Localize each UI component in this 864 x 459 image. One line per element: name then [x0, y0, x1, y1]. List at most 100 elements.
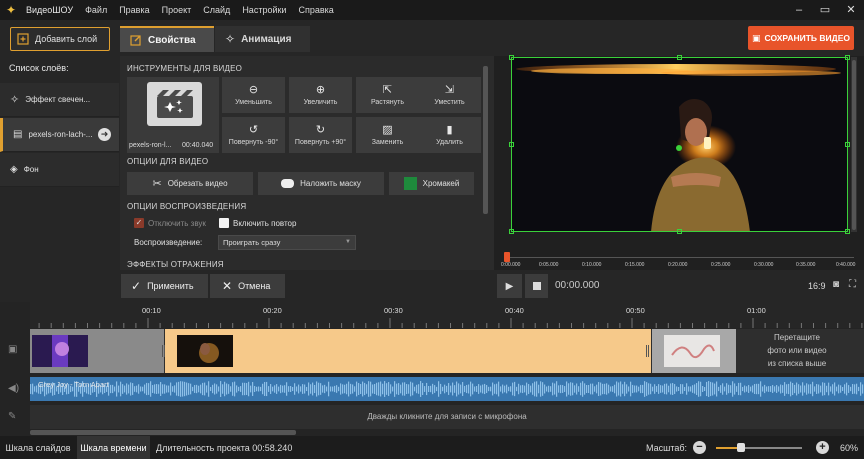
- save-video-label: СОХРАНИТЬ ВИДЕО: [764, 33, 850, 43]
- fullscreen-icon[interactable]: ⛶: [849, 279, 856, 290]
- clip-thumbnail: [664, 335, 720, 367]
- section-reflection: ЭФФЕКТЫ ОТРАЖЕНИЯ: [127, 260, 224, 269]
- timeline-ruler-label: 00:20: [263, 306, 282, 315]
- audio-track[interactable]: [30, 377, 864, 401]
- layer-item-background[interactable]: ◈ Фон: [0, 153, 119, 187]
- drop-hint-line: фото или видео: [767, 346, 827, 355]
- tool-label: Заменить: [371, 138, 404, 146]
- add-layer-button[interactable]: Добавить слой: [10, 27, 110, 51]
- zoom-out-icon[interactable]: −: [693, 441, 706, 454]
- menu-file[interactable]: Файл: [85, 5, 107, 15]
- zoom-out-button[interactable]: ⊖ Уменьшить: [222, 77, 285, 113]
- crop-video-button[interactable]: ✂ Обрезать видео: [127, 172, 253, 195]
- resize-handle[interactable]: [845, 55, 850, 60]
- tab-animation[interactable]: ✧ Анимация: [215, 26, 310, 52]
- play-icon: ▶: [505, 280, 514, 292]
- properties-scrollbar[interactable]: [483, 66, 488, 214]
- app-logo-icon: ✦: [6, 3, 17, 17]
- menu-project[interactable]: Проект: [162, 5, 192, 15]
- tab-properties-label: Свойства: [148, 34, 196, 46]
- drop-hint-line: Перетащите: [774, 333, 820, 342]
- rotate-left-icon: ↺: [248, 123, 259, 136]
- save-video-button[interactable]: ▣ СОХРАНИТЬ ВИДЕО: [748, 26, 854, 50]
- ruler-tick-label: 0:30.000: [754, 262, 774, 268]
- window-controls: – ▭ ✕: [786, 0, 864, 20]
- loop-checkbox[interactable]: Включить повтор: [219, 218, 296, 228]
- timeline-ruler-label: 00:40: [505, 306, 524, 315]
- timeline-clip-selected[interactable]: [162, 329, 651, 373]
- rotate-right-button[interactable]: ↻ Повернуть +90°: [289, 117, 352, 153]
- aspect-ratio[interactable]: 16:9: [808, 281, 826, 291]
- menu-bar: ✦ ВидеоШОУ Файл Правка Проект Слайд Наст…: [0, 0, 864, 20]
- tab-time-timeline[interactable]: Шкала времени: [77, 436, 150, 459]
- stretch-button[interactable]: ⇱ Растянуть: [356, 77, 419, 113]
- preview-scrollbar[interactable]: [852, 60, 856, 230]
- timeline-ruler[interactable]: 00:10 00:20 00:30 00:40 00:50 01:00: [30, 302, 864, 328]
- mute-label: Отключить звук: [148, 218, 206, 228]
- apply-button[interactable]: ✓ Применить: [121, 274, 208, 298]
- replace-button[interactable]: ▨ Заменить: [356, 117, 419, 153]
- edit-icon: [130, 35, 141, 46]
- layer-item-video[interactable]: ▤ pexels-ron-lach-... ➜: [0, 118, 119, 152]
- tab-slides-timeline[interactable]: Шкала слайдов: [0, 436, 76, 459]
- ruler-line: [504, 257, 854, 258]
- loop-label: Включить повтор: [233, 218, 297, 228]
- arrow-right-icon[interactable]: ➜: [98, 128, 111, 141]
- ruler-tick-label: 0:00.000: [501, 262, 521, 268]
- menu-help[interactable]: Справка: [298, 5, 333, 15]
- preview-ruler[interactable]: 0:00.000 0:05.000 0:10.000 0:15.000 0:20…: [500, 242, 858, 272]
- maximize-icon[interactable]: ▭: [812, 0, 838, 20]
- delete-button[interactable]: ▮ Удалить: [418, 117, 481, 153]
- resize-handle[interactable]: [677, 229, 682, 234]
- resize-handle[interactable]: [509, 55, 514, 60]
- paint-bucket-icon: ◈: [10, 164, 18, 175]
- rotate-left-button[interactable]: ↺ Повернуть -90°: [222, 117, 285, 153]
- menu-slide[interactable]: Слайд: [203, 5, 230, 15]
- resize-handle[interactable]: [509, 229, 514, 234]
- timeline-clip[interactable]: [652, 329, 736, 373]
- snapshot-icon[interactable]: ◙: [833, 279, 839, 290]
- rotation-center-handle[interactable]: [676, 145, 682, 151]
- timeline-clip[interactable]: [30, 329, 164, 373]
- close-icon[interactable]: ✕: [838, 0, 864, 20]
- resize-handle[interactable]: [677, 55, 682, 60]
- resize-handle[interactable]: [845, 142, 850, 147]
- zoom-in-button[interactable]: ⊕ Увеличить: [289, 77, 352, 113]
- chroma-swatch-icon: [403, 177, 417, 190]
- microphone-track[interactable]: Дважды кликните для записи с микрофона: [30, 405, 864, 429]
- tool-label: Растянуть: [370, 98, 405, 106]
- chroma-label: Хромакей: [422, 179, 460, 188]
- layer-item-glow-effect[interactable]: ✧ Эффект свечен...: [0, 83, 119, 117]
- mute-checkbox[interactable]: ✓ Отключить звук: [134, 218, 206, 228]
- play-button[interactable]: ▶: [497, 274, 522, 298]
- ruler-tick-label: 0:05.000: [539, 262, 559, 268]
- cancel-button[interactable]: ✕ Отмена: [210, 274, 285, 298]
- menu-edit[interactable]: Правка: [119, 5, 149, 15]
- tab-properties[interactable]: Свойства: [120, 26, 214, 52]
- apply-mask-button[interactable]: Наложить маску: [258, 172, 384, 195]
- fit-button[interactable]: ⇲ Уместить: [418, 77, 481, 113]
- resize-handle[interactable]: [509, 142, 514, 147]
- timeline-ruler-label: 01:00: [747, 306, 766, 315]
- resize-handle[interactable]: [845, 229, 850, 234]
- zoom-slider-handle[interactable]: [737, 443, 745, 452]
- menu-settings[interactable]: Настройки: [242, 5, 286, 15]
- fit-icon: ⇲: [444, 83, 455, 96]
- playback-select[interactable]: Проиграть сразу ▼: [218, 235, 356, 250]
- playhead-marker[interactable]: [504, 252, 510, 262]
- zoom-label: Масштаб:: [646, 443, 688, 453]
- clip-trim-handle-left[interactable]: [162, 345, 165, 357]
- zoom-in-icon[interactable]: +: [816, 441, 829, 454]
- timecode: 00:00.000: [555, 280, 600, 291]
- ruler-tick-label: 0:20.000: [668, 262, 688, 268]
- film-icon: ▣: [752, 32, 761, 43]
- minimize-icon[interactable]: –: [786, 0, 812, 20]
- drop-hint-line: из списка выше: [767, 359, 827, 368]
- timeline-scrollbar[interactable]: [30, 430, 296, 435]
- replace-image-icon: ▨: [382, 123, 393, 136]
- layer-label: Эффект свечен...: [25, 95, 91, 104]
- clip-trim-handle-right[interactable]: [646, 345, 649, 357]
- stop-button[interactable]: [525, 274, 548, 298]
- chroma-key-button[interactable]: Хромакей: [389, 172, 474, 195]
- audio-waveform: [30, 381, 864, 397]
